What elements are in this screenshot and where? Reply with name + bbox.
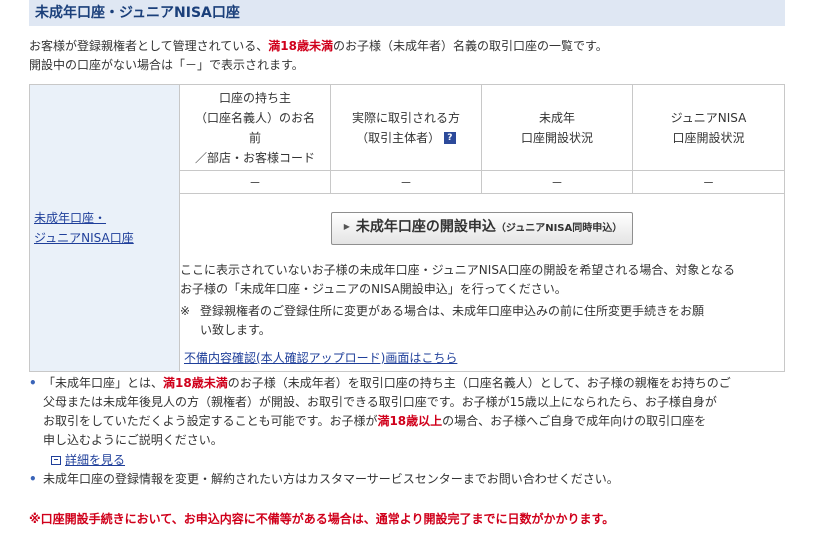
header-junior-nisa-status: ジュニアNISA 口座開設状況 <box>632 84 785 171</box>
info-bullets: • 「未成年口座」とは、満18歳未満のお子様（未成年者）を取引口座の持ち主（口座… <box>29 374 789 489</box>
note-text: 登録親権者のご登録住所に変更がある場合は、未成年口座申込みの前に住所変更手続きを… <box>200 302 704 340</box>
value-minor-account-status: － <box>481 170 633 194</box>
bullet-text: 「未成年口座」とは、満18歳未満のお子様（未成年者）を取引口座の持ち主（口座名義… <box>43 374 731 450</box>
warning-text: ※口座開設手続きにおいて、お申込内容に不備等がある場合は、通常より開設完了までに… <box>29 512 615 526</box>
bullet-text-part: 父母または未成年後見人の方（親権者）が開設、お取引できる取引口座です。お子様が1… <box>43 395 717 409</box>
apply-cell: ▶ 未成年口座の開設申込（ジュニアNISA同時申込） ここに表示されていないお子様… <box>179 193 785 372</box>
bullet-text-part: 「未成年口座」とは、 <box>43 376 164 390</box>
header-text: 口座の持ち主 <box>218 90 291 105</box>
intro-text-part: のお子様（未成年者）名義の取引口座の一覧です。 <box>333 39 608 53</box>
header-account-holder: 口座の持ち主 （口座名義人）のお名 前 ／部店・お客様コード <box>179 84 331 171</box>
apply-button-wrap: ▶ 未成年口座の開設申込（ジュニアNISA同時申込） <box>180 194 784 245</box>
account-table: 未成年口座・ ジュニアNISA口座 口座の持ち主 （口座名義人）のお名 前 ／部… <box>29 84 785 372</box>
header-text: 実際に取引される方 <box>351 110 460 125</box>
help-icon[interactable]: ? <box>443 132 456 144</box>
bullet-text-part: お取引をしていただくよう設定することも可能です。お子様が <box>43 414 378 428</box>
apply-minor-account-button[interactable]: ▶ 未成年口座の開設申込（ジュニアNISA同時申込） <box>330 212 634 245</box>
bullet-dot: • <box>29 376 37 390</box>
bullet-minor-account: • 「未成年口座」とは、満18歳未満のお子様（未成年者）を取引口座の持ち主（口座… <box>29 374 789 450</box>
intro-line-2: 開設中の口座がない場合は「－」で表示されます。 <box>29 58 304 72</box>
note-line: い致します。 <box>200 323 271 337</box>
age-highlight: 満18歳未満 <box>268 39 333 53</box>
header-text: （取引主体者） <box>356 130 441 145</box>
section-title: 未成年口座・ジュニアNISA口座 <box>29 0 785 26</box>
header-actual-trader: 実際に取引される方 （取引主体者） ? <box>330 84 482 171</box>
bullet-dot: • <box>29 472 37 486</box>
value-actual-trader: － <box>330 170 482 194</box>
address-note: ※ 登録親権者のご登録住所に変更がある場合は、未成年口座申込みの前に住所変更手続… <box>180 302 776 340</box>
row-label-cell: 未成年口座・ ジュニアNISA口座 <box>29 84 180 372</box>
header-minor-account-status: 未成年 口座開設状況 <box>481 84 633 171</box>
intro-text: お客様が登録親権者として管理されている、満18歳未満のお子様（未成年者）名義の取… <box>29 37 789 75</box>
page: 未成年口座・ジュニアNISA口座 お客様が登録親権者として管理されている、満18… <box>0 0 816 543</box>
age-highlight: 満18歳未満 <box>163 376 228 390</box>
document-check-link[interactable]: 不備内容確認(本人確認アップロード)画面はこちら <box>184 349 776 367</box>
bullet-text-part: 申し込むようにご説明ください。 <box>43 433 223 447</box>
age-highlight: 満18歳以上 <box>377 414 443 428</box>
popup-window-icon <box>51 456 61 465</box>
header-text: 前 <box>248 130 261 145</box>
instruction-line: ここに表示されていないお子様の未成年口座・ジュニアNISA口座の開設を希望される… <box>180 263 736 277</box>
header-text: （口座名義人）のお名 <box>194 110 315 125</box>
bullet-contact: • 未成年口座の登録情報を変更・解約されたい方はカスタマーサービスセンターまでお… <box>29 470 789 489</box>
junior-nisa-account-link[interactable]: 未成年口座・ ジュニアNISA口座 <box>34 211 134 245</box>
detail-link[interactable]: 詳細を見る <box>51 451 789 470</box>
row-label-line: ジュニアNISA口座 <box>34 231 134 245</box>
row-label-line: 未成年口座・ <box>34 211 107 225</box>
apply-button-label: 未成年口座の開設申込 <box>355 219 496 235</box>
header-text: 口座開設状況 <box>520 130 593 145</box>
bullet-text-part: のお子様（未成年者）を取引口座の持ち主（口座名義人）として、お子様の親権をお持ち… <box>227 376 731 390</box>
instruction-line: お子様の「未成年口座・ジュニアのNISA開設申込」を行ってください。 <box>180 282 567 296</box>
bullet-text-part: の場合、お子様へご自身で成年向けの取引口座を <box>442 414 707 428</box>
arrow-right-icon: ▶ <box>343 222 350 231</box>
table-header-row: 未成年口座・ ジュニアNISA口座 口座の持ち主 （口座名義人）のお名 前 ／部… <box>29 84 785 372</box>
apply-instructions: ここに表示されていないお子様の未成年口座・ジュニアNISA口座の開設を希望される… <box>180 245 784 367</box>
value-junior-nisa-status: － <box>632 170 785 194</box>
intro-line-1: お客様が登録親権者として管理されている、満18歳未満のお子様（未成年者）名義の取… <box>29 37 789 56</box>
header-text: 未成年 <box>538 110 575 125</box>
note-line: 登録親権者のご登録住所に変更がある場合は、未成年口座申込みの前に住所変更手続きを… <box>200 304 705 318</box>
note-mark: ※ <box>180 304 191 318</box>
header-text: 口座開設状況 <box>672 130 745 145</box>
intro-text-part: お客様が登録親権者として管理されている、 <box>29 39 269 53</box>
header-text: ／部店・お客様コード <box>194 150 315 165</box>
header-text: ジュニアNISA <box>670 110 747 125</box>
detail-link-label: 詳細を見る <box>65 453 126 467</box>
bullet-text: 未成年口座の登録情報を変更・解約されたい方はカスタマーサービスセンターまでお問い… <box>43 472 619 486</box>
value-account-holder: － <box>179 170 331 194</box>
apply-button-sublabel: （ジュニアNISA同時申込） <box>495 223 623 234</box>
